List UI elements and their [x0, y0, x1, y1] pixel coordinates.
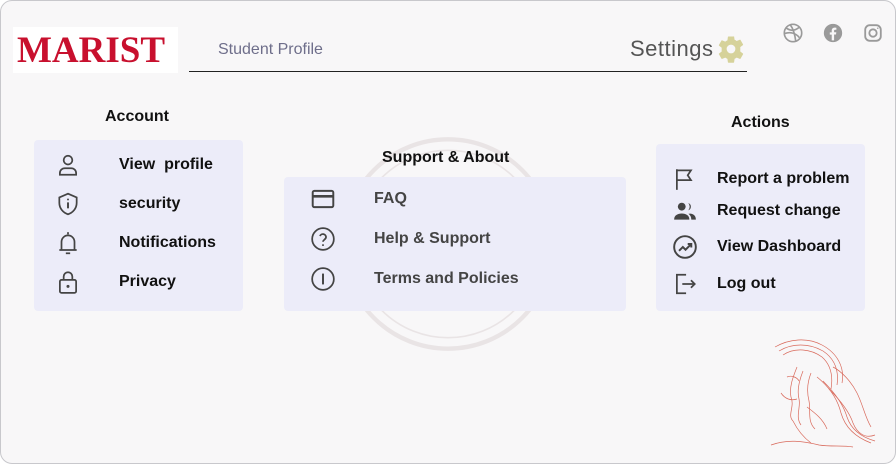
faq-item[interactable]: FAQ: [310, 186, 407, 212]
privacy-item[interactable]: Privacy: [55, 269, 176, 295]
lock-icon: [59, 271, 77, 294]
settings-button[interactable]: Settings: [630, 34, 746, 64]
dribbble-icon[interactable]: [782, 22, 804, 44]
report-problem-label: Report a problem: [717, 170, 850, 187]
flag-icon: [676, 169, 693, 190]
terms-policies-label: Terms and Policies: [374, 270, 519, 287]
view-dashboard-label: View Dashboard: [717, 238, 842, 255]
security-label: security: [119, 195, 181, 212]
view-profile-item[interactable]: View profile: [55, 152, 213, 178]
bell-icon: [59, 232, 77, 255]
request-change-label: Request change: [717, 202, 841, 219]
notifications-label: Notifications: [119, 234, 216, 251]
account-panel: View profile security Notifications Priv…: [34, 140, 243, 311]
tab-student-profile[interactable]: Student Profile: [218, 41, 323, 59]
account-heading: Account: [105, 108, 169, 125]
notifications-item[interactable]: Notifications: [55, 230, 216, 256]
info-icon: [311, 267, 335, 291]
header-divider: [189, 71, 747, 72]
settings-screen: MARIST Student Profile Settings Account …: [0, 0, 896, 464]
log-out-item[interactable]: Log out: [672, 271, 776, 297]
help-support-item[interactable]: Help & Support: [310, 226, 490, 252]
logout-icon: [676, 273, 696, 295]
terms-policies-item[interactable]: Terms and Policies: [310, 266, 519, 292]
dashboard-icon: [673, 235, 697, 259]
users-icon: [674, 202, 696, 220]
social-links: [782, 22, 884, 44]
log-out-label: Log out: [717, 275, 776, 292]
security-item[interactable]: security: [55, 191, 180, 217]
card-icon: [311, 189, 335, 209]
settings-label: Settings: [630, 36, 714, 61]
support-heading: Support & About: [382, 149, 510, 166]
view-profile-label: View profile: [119, 156, 213, 173]
question-icon: [311, 227, 335, 251]
faq-label: FAQ: [374, 190, 407, 207]
support-panel: FAQ Help & Support Terms and Policies: [284, 177, 626, 311]
line-art-face-illustration: [770, 339, 876, 448]
instagram-icon[interactable]: [862, 22, 884, 44]
gear-icon: [718, 36, 743, 63]
privacy-label: Privacy: [119, 273, 176, 290]
facebook-icon[interactable]: [822, 22, 844, 44]
actions-panel: Report a problem Request change View Das…: [656, 144, 865, 311]
actions-heading: Actions: [731, 114, 790, 131]
request-change-item[interactable]: Request change: [672, 198, 841, 224]
view-dashboard-item[interactable]: View Dashboard: [672, 234, 841, 260]
user-icon: [59, 154, 77, 176]
report-problem-item[interactable]: Report a problem: [672, 166, 849, 192]
help-support-label: Help & Support: [374, 230, 491, 247]
marist-logo[interactable]: MARIST: [13, 27, 178, 73]
shield-icon: [58, 192, 78, 216]
logo-text: MARIST: [17, 29, 166, 71]
